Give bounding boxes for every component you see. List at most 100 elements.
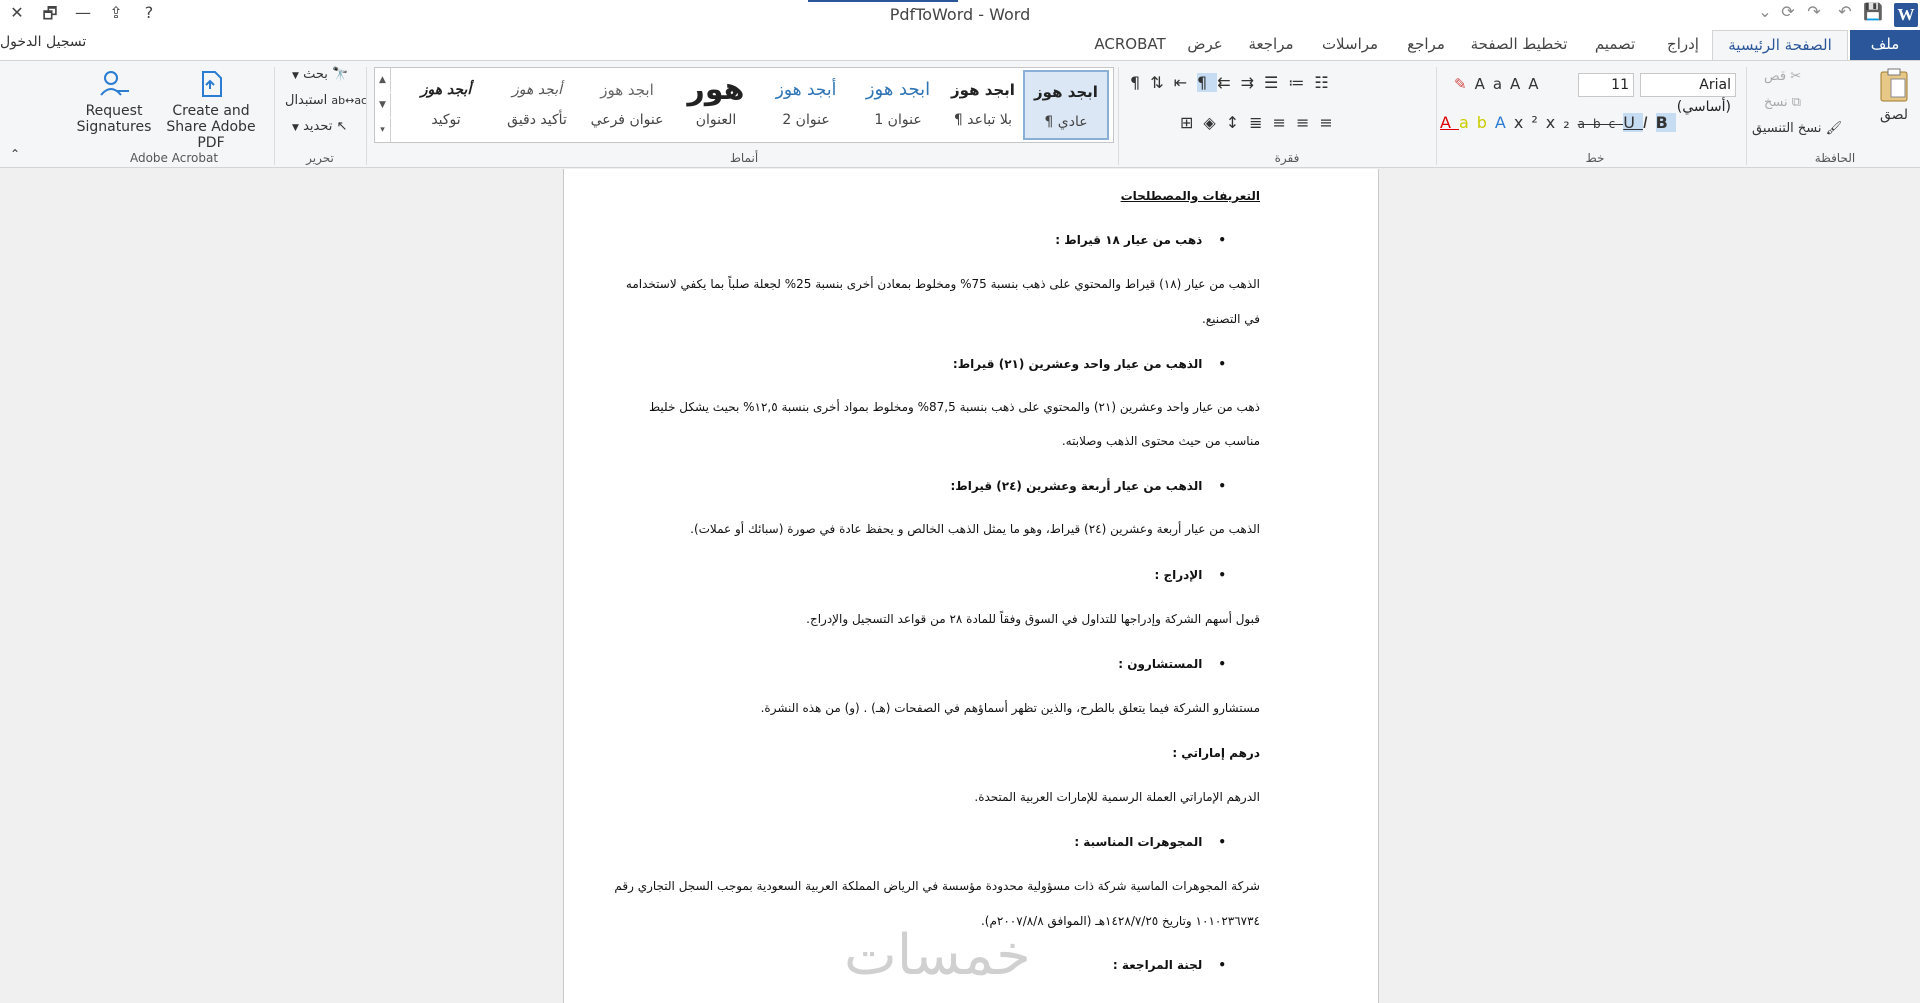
justify-icon[interactable]: ≣ — [1249, 113, 1272, 132]
change-case-icon[interactable]: Aa — [1475, 75, 1510, 93]
copy-button[interactable]: نسخ ⧉ — [1764, 95, 1801, 110]
paragraph-toolbar-row-2: ⊞◈↕≣≡≡≡ — [1180, 113, 1343, 132]
tab-acrobat[interactable]: ACROBAT — [1085, 30, 1175, 60]
style-name: تأكيد دقيق — [507, 112, 567, 128]
line-spacing-icon[interactable]: ↕ — [1226, 113, 1249, 132]
request-signatures-button[interactable]: Request Signatures — [76, 69, 152, 135]
sort-icon[interactable]: ⇅ — [1150, 73, 1173, 92]
increase-indent-icon[interactable]: ⇉ — [1241, 73, 1264, 92]
tab-view[interactable]: عرض — [1180, 30, 1230, 60]
strikethrough-button[interactable]: abc — [1578, 117, 1624, 131]
bold-button[interactable]: B — [1655, 113, 1676, 132]
clipboard-group-label: الحافظة — [1814, 151, 1856, 165]
ltr-icon[interactable]: ⇤ — [1174, 73, 1197, 92]
save-icon[interactable]: 💾 — [1860, 2, 1886, 28]
borders-icon[interactable]: ⊞ — [1180, 113, 1203, 132]
shading-icon[interactable]: ◈ — [1203, 113, 1225, 132]
align-center-icon[interactable]: ≡ — [1273, 113, 1296, 132]
tab-home[interactable]: الصفحة الرئيسية — [1712, 30, 1848, 60]
underline-button[interactable]: U — [1623, 113, 1643, 132]
font-toolbar-row-2: AabAx²x₂abcUIB — [1440, 113, 1676, 132]
multilevel-list-icon[interactable]: ☰ — [1264, 73, 1288, 92]
highlight-icon[interactable]: ab — [1459, 113, 1495, 132]
tab-references[interactable]: مراجع — [1398, 30, 1454, 60]
find-label: بحث — [303, 67, 328, 82]
find-button[interactable]: ▼ بحث 🔭 — [292, 67, 348, 82]
cut-button[interactable]: قص ✂ — [1764, 69, 1801, 84]
style-heading-1[interactable]: ابجد هوز عنوان 1 — [853, 70, 943, 140]
request-signatures-line2: Signatures — [76, 119, 152, 135]
group-separator — [1118, 67, 1119, 165]
term-heading: المجوهرات المناسبة : — [564, 835, 1226, 849]
grow-font-icon[interactable]: A — [1528, 75, 1546, 93]
font-color-icon[interactable]: A — [1440, 113, 1459, 132]
style-normal[interactable]: ابجد هوز ¶ عادي — [1023, 70, 1109, 140]
style-title[interactable]: هور العنوان — [673, 70, 759, 140]
italic-button[interactable]: I — [1643, 113, 1656, 132]
show-marks-icon[interactable]: ¶ — [1130, 73, 1150, 92]
tab-file[interactable]: ملف — [1850, 30, 1920, 60]
numbered-list-icon[interactable]: ≔ — [1288, 73, 1314, 92]
tab-review[interactable]: مراجعة — [1240, 30, 1302, 60]
acrobat-group-label: Adobe Acrobat — [129, 151, 219, 165]
superscript-button[interactable]: x² — [1514, 113, 1546, 132]
create-pdf-icon — [202, 71, 222, 97]
chevron-down-icon: ▼ — [292, 123, 299, 133]
style-heading-2[interactable]: أبجد هوز عنوان 2 — [761, 70, 851, 140]
paste-button[interactable]: لصق — [1870, 67, 1918, 123]
subscript-button[interactable]: x₂ — [1546, 113, 1578, 132]
select-button[interactable]: ▼ تحديد ↖ — [292, 119, 347, 134]
title-bar: ✕ 🗗 — ⇪ ? PdfToWord - Word ⌄ ⟳ ↷ ↶ 💾 W — [0, 0, 1920, 30]
body-paragraph: الذهب من عيار (١٨) قيراط والمحتوي على ذه… — [625, 277, 1260, 291]
tab-design[interactable]: تصميم — [1584, 30, 1646, 60]
sign-in-link[interactable]: تسجيل الدخول — [0, 34, 86, 50]
ribbon-tab-bar: تسجيل الدخول ACROBAT عرض مراجعة مراسلات … — [0, 30, 1920, 60]
tab-insert[interactable]: إدراج — [1656, 30, 1710, 60]
styles-gallery: ▲ ▼ ▾ أبجد هوز توكيد أبجد هوز تأكيد دقيق… — [374, 67, 1114, 143]
rtl-icon[interactable]: ¶ — [1197, 73, 1218, 92]
font-size-combo[interactable]: 11 — [1578, 73, 1634, 97]
style-no-spacing[interactable]: ابجد هوز ¶ بلا تباعد — [945, 70, 1021, 140]
watermark: خمسات — [844, 923, 1031, 988]
style-sample: ابجد هوز — [951, 81, 1015, 99]
copy-label: نسخ — [1764, 95, 1788, 110]
repeat-icon[interactable]: ⟳ — [1776, 2, 1800, 28]
style-name: ¶ بلا تباعد — [953, 112, 1013, 128]
style-subtle-emphasis[interactable]: أبجد هوز تأكيد دقيق — [493, 70, 581, 140]
document-page[interactable]: التعريفات والمصطلحات ذهب من عيار ١٨ قيراط… — [563, 169, 1379, 1003]
gallery-scroll-down-icon[interactable]: ▼ — [375, 93, 391, 117]
style-name: توكيد — [431, 112, 461, 128]
align-right-icon[interactable]: ≡ — [1319, 113, 1342, 132]
chevron-down-icon: ▼ — [292, 71, 299, 81]
align-left-icon[interactable]: ≡ — [1296, 113, 1319, 132]
tab-layout[interactable]: تخطيط الصفحة — [1464, 30, 1574, 60]
font-group-label: خط — [1585, 151, 1605, 165]
undo-icon[interactable]: ↶ — [1832, 2, 1858, 28]
collapse-ribbon-icon[interactable]: ⌃ — [10, 147, 20, 161]
shrink-font-icon[interactable]: A — [1510, 75, 1528, 93]
replace-button[interactable]: استبدال ab↔ac — [285, 93, 367, 108]
term-heading: ذهب من عيار ١٨ قيراط : — [564, 233, 1226, 247]
customize-qat-icon[interactable]: ⌄ — [1755, 2, 1775, 28]
text-effects-icon[interactable]: A — [1495, 113, 1514, 132]
font-toolbar-row-1: ✎AaAA — [1454, 75, 1547, 93]
create-share-pdf-button[interactable]: Create and Share Adobe PDF — [152, 69, 270, 151]
style-subtitle[interactable]: ابجد هوز عنوان فرعي — [583, 70, 671, 140]
tab-mailings[interactable]: مراسلات — [1312, 30, 1388, 60]
redo-icon[interactable]: ↷ — [1802, 2, 1826, 28]
style-name: عنوان 1 — [874, 112, 922, 128]
paragraph-toolbar-row-1: ¶⇅⇤¶⇇⇉☰≔☷ — [1130, 73, 1339, 92]
scissors-icon: ✂ — [1790, 69, 1802, 84]
clear-format-icon[interactable]: ✎ — [1454, 75, 1475, 93]
gallery-scroll-up-icon[interactable]: ▲ — [375, 68, 391, 92]
format-painter-button[interactable]: نسخ التنسيق 🖌 — [1752, 121, 1842, 136]
body-paragraph: في التصنيع. — [1201, 312, 1260, 326]
decrease-indent-icon[interactable]: ⇇ — [1217, 73, 1240, 92]
request-signatures-icon — [100, 71, 129, 96]
bullet-list-icon[interactable]: ☷ — [1314, 73, 1338, 92]
gallery-more-icon[interactable]: ▾ — [375, 118, 391, 142]
font-name-combo[interactable]: Arial (أساسي) — [1640, 73, 1736, 115]
style-sample: أبجد هوز — [420, 82, 472, 98]
style-emphasis[interactable]: أبجد هوز توكيد — [401, 70, 491, 140]
term-heading: الإدراج : — [564, 568, 1226, 582]
